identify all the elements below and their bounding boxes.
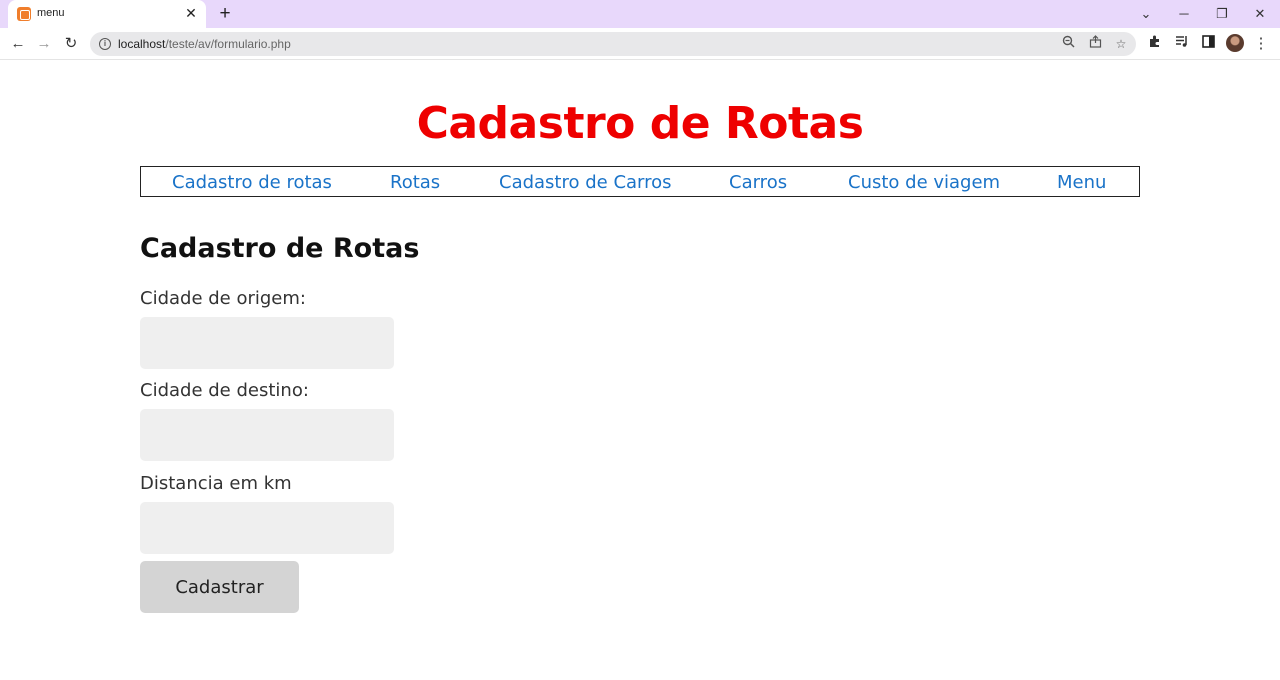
site-info-icon[interactable]: i (99, 38, 111, 50)
side-panel-icon[interactable] (1198, 34, 1218, 54)
url-host: localhost (118, 37, 166, 51)
reload-button[interactable]: ↻ (61, 34, 81, 54)
nav-link-menu[interactable]: Menu (1057, 172, 1106, 193)
page-title: Cadastro de Rotas (416, 98, 864, 149)
nav-link-custo-de-viagem[interactable]: Custo de viagem (848, 172, 1000, 193)
distance-km-label: Distancia em km (140, 473, 292, 494)
menu-kebab-icon[interactable]: ⋮ (1251, 34, 1271, 54)
browser-toolbar: ← → ↻ i localhost/teste/av/formulario.ph… (0, 28, 1280, 60)
tab-title: menu (37, 7, 65, 19)
submit-button[interactable]: Cadastrar (140, 561, 299, 613)
bookmark-star-icon[interactable]: ☆ (1112, 35, 1130, 53)
destination-city-label: Cidade de destino: (140, 380, 309, 401)
origin-city-input[interactable] (140, 317, 394, 369)
restore-button[interactable]: ❐ (1212, 4, 1232, 24)
url-text[interactable]: localhost/teste/av/formulario.php (118, 37, 291, 51)
tab-close-icon[interactable]: ✕ (183, 5, 199, 21)
site-navbar: Cadastro de rotas Rotas Cadastro de Carr… (140, 166, 1140, 197)
media-icon[interactable] (1172, 34, 1192, 54)
address-bar[interactable]: i localhost/teste/av/formulario.php ☆ (90, 32, 1136, 56)
nav-link-cadastro-de-rotas[interactable]: Cadastro de rotas (172, 172, 332, 193)
nav-link-rotas[interactable]: Rotas (390, 172, 440, 193)
new-tab-button[interactable]: + (215, 4, 235, 24)
distance-km-input[interactable] (140, 502, 394, 554)
browser-tab[interactable]: menu ✕ (8, 0, 206, 28)
destination-city-input[interactable] (140, 409, 394, 461)
profile-avatar[interactable] (1226, 34, 1244, 52)
origin-city-label: Cidade de origem: (140, 288, 306, 309)
tab-search-chevron-icon[interactable]: ⌄ (1136, 4, 1156, 24)
form-heading: Cadastro de Rotas (140, 233, 420, 264)
nav-link-cadastro-de-carros[interactable]: Cadastro de Carros (499, 172, 672, 193)
forward-button[interactable]: → (34, 34, 54, 54)
extensions-icon[interactable] (1145, 34, 1165, 54)
xampp-favicon-icon (17, 7, 31, 21)
back-button[interactable]: ← (8, 34, 28, 54)
share-icon[interactable] (1086, 35, 1104, 53)
zoom-icon[interactable] (1059, 35, 1077, 53)
url-path: /teste/av/formulario.php (165, 37, 291, 51)
tab-strip: menu ✕ + ⌄ ─ ❐ ✕ (0, 0, 1280, 28)
minimize-button[interactable]: ─ (1174, 4, 1194, 24)
nav-link-carros[interactable]: Carros (729, 172, 787, 193)
close-window-button[interactable]: ✕ (1250, 4, 1270, 24)
